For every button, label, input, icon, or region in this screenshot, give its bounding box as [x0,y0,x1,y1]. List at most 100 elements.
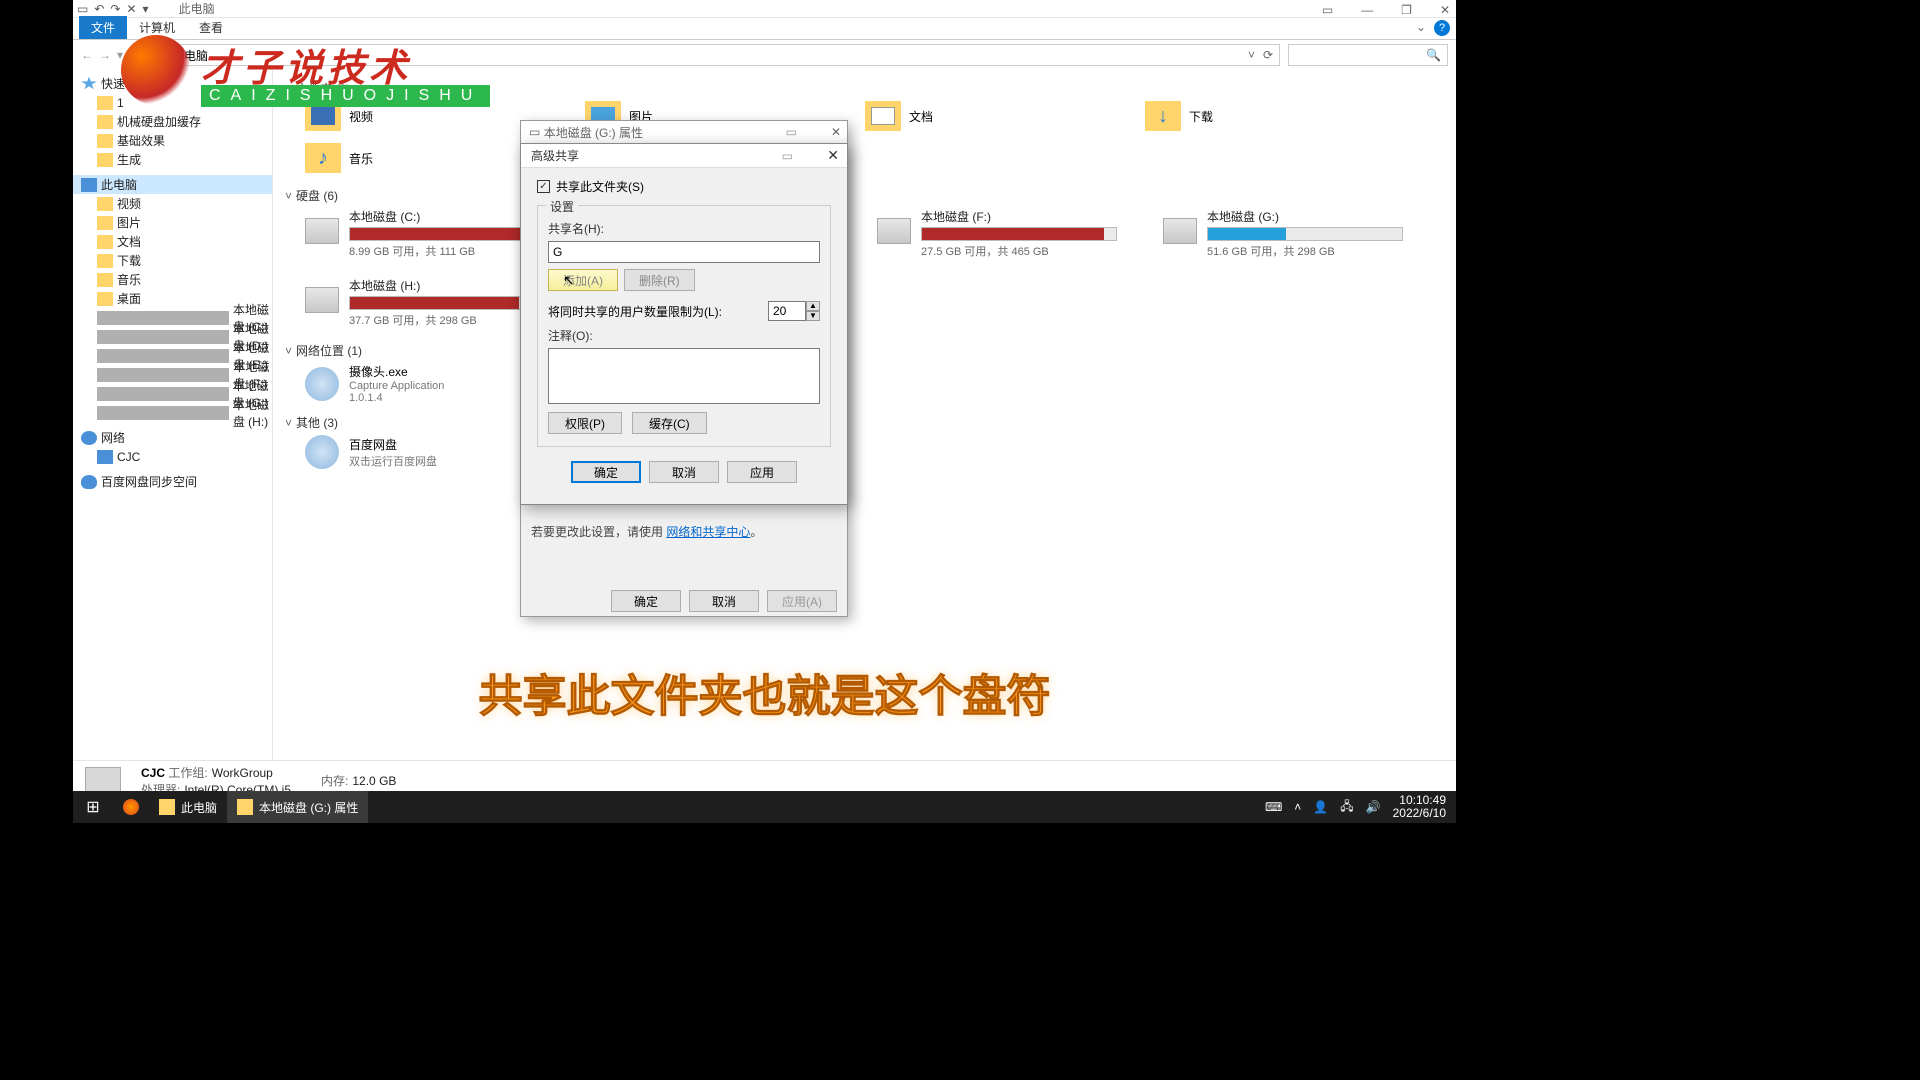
taskbar-clock[interactable]: 10:10:49 2022/6/10 [1393,794,1446,820]
spinner-up-icon[interactable]: ▲ [806,301,820,311]
drive-item[interactable]: 本地磁盘 (F:) 27.5 GB 可用，共 465 GB [877,208,1117,259]
share-name-input[interactable] [548,241,820,263]
network-center-link[interactable]: 网络和共享中心 [666,525,750,539]
chevron-down-icon: ˅ [285,82,292,96]
tray-network-icon[interactable]: 🖧 [1340,797,1353,818]
documents-folder-icon [865,101,901,131]
add-button[interactable]: 添加(A)↖ [548,269,618,291]
undo-icon[interactable]: ↶ [94,2,104,16]
chevron-down-icon[interactable]: ˅ [1248,48,1255,62]
qat-dropdown-icon[interactable]: ▾ [143,2,149,16]
drive-item[interactable]: 本地磁盘 (C:) 8.99 GB 可用，共 111 GB [305,208,545,259]
section-other[interactable]: ˅其他 (3) [285,410,1444,435]
cancel-button[interactable]: 取消 [649,461,719,483]
comment-input[interactable] [548,348,820,404]
start-button[interactable]: ⊞ [73,797,113,817]
folder-icon [97,273,113,287]
network-icon [81,431,97,445]
tree-item[interactable]: 图片 [73,213,272,232]
remove-button[interactable]: 删除(R) [624,269,695,291]
section-drives[interactable]: ˅硬盘 (6) [285,183,1444,208]
drive-item[interactable]: 本地磁盘 (G:) 51.6 GB 可用，共 298 GB [1163,208,1403,259]
redo-icon[interactable]: ↷ [110,2,120,16]
help-icon[interactable]: ? [1434,20,1450,36]
checkbox-checked-icon[interactable]: ✓ [537,180,550,193]
tree-item[interactable]: 视频 [73,194,272,213]
folder-item[interactable]: 音乐 [305,143,445,173]
section-network[interactable]: ˅网络位置 (1) [285,338,1444,363]
tree-baidu[interactable]: 百度网盘同步空间 [73,472,272,491]
dialog-titlebar[interactable]: 高级共享 ▭ ✕ [521,144,847,168]
limit-input[interactable] [768,301,806,321]
tray-people-icon[interactable]: 👤 [1313,800,1328,814]
tree-item[interactable]: 生成 [73,150,272,169]
nav-tree: 快速访问 1 机械硬盘加缓存 基础效果 生成 此电脑 视频 图片 文档 下载 音… [73,70,273,760]
ok-button[interactable]: 确定 [611,590,681,612]
search-input[interactable]: 🔍 [1288,44,1448,66]
spinner-down-icon[interactable]: ▼ [806,311,820,321]
apply-button[interactable]: 应用 [727,461,797,483]
history-dropdown-icon[interactable]: ▾ [117,48,123,62]
tree-this-pc[interactable]: 此电脑 [73,175,272,194]
address-bar[interactable]: 此电脑 ˅ ⟳ [143,44,1280,66]
tree-item[interactable]: 机械硬盘加缓存 [73,112,272,131]
share-checkbox-row[interactable]: ✓ 共享此文件夹(S) [537,178,831,195]
tree-item[interactable]: 本地磁盘 (H:) [73,403,272,422]
close-icon[interactable]: ✕ [831,125,841,139]
close-icon[interactable]: ✕ [1440,3,1450,17]
network-item[interactable]: 摄像头.exe Capture Application 1.0.1.4 [285,363,1444,404]
tree-quick-access[interactable]: 快速访问 [73,74,272,93]
folder-item[interactable]: 视频 [305,101,445,131]
folder-icon [97,134,113,148]
maximize-icon[interactable]: ❐ [1401,3,1412,17]
refresh-icon[interactable]: ⟳ [1263,48,1273,62]
tray-volume-icon[interactable]: 🔊 [1366,800,1381,814]
minimize-icon[interactable]: — [1361,3,1373,17]
usage-bar [349,296,545,310]
tree-item[interactable]: 音乐 [73,270,272,289]
dialog-titlebar[interactable]: ▭ 本地磁盘 (G:) 属性 ▭ ✕ [521,121,847,143]
tab-file[interactable]: 文件 [79,16,127,39]
tree-network[interactable]: 网络 [73,428,272,447]
ribbon-expand-icon[interactable]: ⌄ [1416,20,1426,34]
tab-view[interactable]: 查看 [187,16,235,39]
taskbar-firefox[interactable] [113,791,149,823]
close-icon[interactable]: ✕ [827,147,839,164]
share-icon[interactable]: ▭ [786,125,797,139]
drive-item[interactable]: 本地磁盘 (H:) 37.7 GB 可用，共 298 GB [305,277,545,328]
up-icon[interactable]: ↑ [129,48,135,62]
tree-item[interactable]: 文档 [73,232,272,251]
folder-item[interactable]: 文档 [865,101,1005,131]
ok-button[interactable]: 确定 [571,461,641,483]
tree-item[interactable]: CJC [73,447,272,466]
tab-computer[interactable]: 计算机 [127,16,187,39]
taskbar-explorer[interactable]: 此电脑 [149,791,227,823]
tree-item[interactable]: 下载 [73,251,272,270]
breadcrumb[interactable]: 此电脑 [172,47,208,64]
tree-item[interactable]: 基础效果 [73,131,272,150]
delete-icon[interactable]: ✕ [126,2,136,16]
cache-button[interactable]: 缓存(C) [632,412,707,434]
tray-chevron-up-icon[interactable]: ˄ [1294,800,1301,814]
chevron-down-icon: ˅ [285,416,292,430]
limit-spinner[interactable]: ▲▼ [768,301,820,321]
cancel-button[interactable]: 取消 [689,590,759,612]
folder-icon [97,254,113,268]
section-folders[interactable]: ˅文件夹 (6) [285,76,1444,101]
forward-icon[interactable]: → [99,48,111,62]
share-icon[interactable]: ▭ [1322,3,1333,17]
other-item[interactable]: 百度网盘 双击运行百度网盘 [285,435,1444,469]
share-icon[interactable]: ▭ [782,149,793,163]
taskbar: ⊞ 此电脑 本地磁盘 (G:) 属性 ⌨ ˄ 👤 🖧 🔊 10:10:49 20… [73,791,1456,823]
folder-item[interactable]: 下载 [1145,101,1285,131]
back-icon[interactable]: ← [81,48,93,62]
apply-button[interactable]: 应用(A) [767,590,837,612]
explorer-window: ▭ ↶ ↷ ✕ ▾ 此电脑 ▭ — ❐ ✕ 文件 计算机 查看 ⌄ ? ← → … [73,0,1456,823]
tray-keyboard-icon[interactable]: ⌨ [1265,800,1282,814]
taskbar-properties[interactable]: 本地磁盘 (G:) 属性 [227,791,368,823]
tree-item[interactable]: 1 [73,93,272,112]
search-icon: 🔍 [1426,48,1441,62]
chevron-down-icon: ˅ [285,344,292,358]
permissions-button[interactable]: 权限(P) [548,412,622,434]
folder-icon [97,292,113,306]
